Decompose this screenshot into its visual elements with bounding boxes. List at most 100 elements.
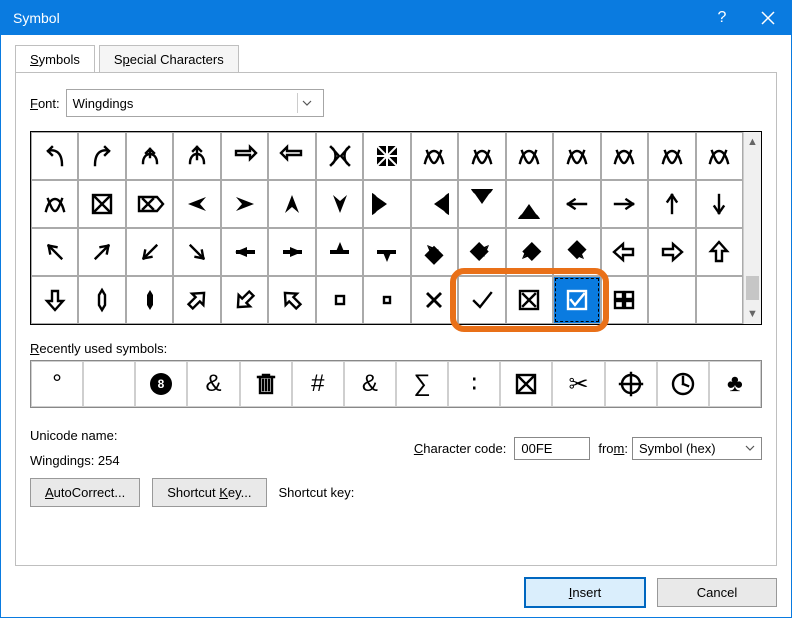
symbol-cell[interactable]	[316, 228, 363, 276]
symbol-cell[interactable]	[316, 132, 363, 180]
symbol-cell[interactable]	[221, 132, 268, 180]
shortcut-key-label: Shortcut key:	[279, 485, 355, 500]
symbol-cell[interactable]	[648, 180, 695, 228]
from-select[interactable]: Symbol (hex)	[632, 437, 762, 460]
symbol-cell[interactable]	[411, 180, 458, 228]
symbol-cell[interactable]	[268, 228, 315, 276]
symbol-cell[interactable]	[173, 228, 220, 276]
symbol-cell[interactable]	[648, 276, 695, 324]
symbol-cell[interactable]	[363, 276, 410, 324]
symbol-cell[interactable]	[221, 228, 268, 276]
recent-symbol-cell[interactable]: ∶	[448, 361, 500, 407]
symbol-cell[interactable]	[78, 180, 125, 228]
recent-symbol-cell[interactable]: ✂	[552, 361, 604, 407]
symbol-cell[interactable]	[221, 180, 268, 228]
scroll-down-icon[interactable]: ▼	[744, 304, 761, 324]
recent-symbol-cell[interactable]	[83, 361, 135, 407]
close-button[interactable]	[745, 1, 791, 35]
symbol-cell[interactable]	[78, 132, 125, 180]
symbol-cell[interactable]	[126, 132, 173, 180]
symbol-cell[interactable]	[31, 276, 78, 324]
symbol-cell[interactable]	[458, 276, 505, 324]
unicode-name-label: Unicode name:	[30, 428, 120, 443]
recent-symbol-cell[interactable]	[657, 361, 709, 407]
symbol-cell[interactable]	[601, 180, 648, 228]
symbol-cell[interactable]	[696, 276, 743, 324]
symbol-cell[interactable]	[363, 132, 410, 180]
symbol-cell[interactable]	[506, 276, 553, 324]
tabs: Symbols Special Characters	[15, 45, 777, 73]
recent-symbol-cell[interactable]: #	[292, 361, 344, 407]
recent-symbol-cell[interactable]: °	[31, 361, 83, 407]
symbol-cell[interactable]	[458, 228, 505, 276]
symbol-grid[interactable]	[31, 132, 743, 324]
symbol-cell[interactable]	[553, 276, 600, 324]
font-select[interactable]: Wingdings	[66, 89, 324, 117]
recent-symbol-cell[interactable]: &	[187, 361, 239, 407]
symbol-cell[interactable]	[173, 180, 220, 228]
window-title: Symbol	[13, 10, 60, 26]
recent-symbol-cell[interactable]	[500, 361, 552, 407]
help-button[interactable]: ?	[699, 1, 745, 35]
chevron-down-icon	[297, 93, 317, 113]
titlebar: Symbol ?	[1, 1, 791, 35]
symbol-cell[interactable]	[268, 276, 315, 324]
symbol-cell[interactable]	[601, 228, 648, 276]
recent-symbol-cell[interactable]	[605, 361, 657, 407]
tab-special-characters[interactable]: Special Characters	[99, 45, 239, 73]
symbol-cell[interactable]	[221, 276, 268, 324]
symbol-cell[interactable]	[506, 228, 553, 276]
symbol-cell[interactable]	[173, 276, 220, 324]
symbol-cell[interactable]	[173, 132, 220, 180]
symbol-cell[interactable]	[411, 132, 458, 180]
symbol-cell[interactable]	[601, 276, 648, 324]
char-code-input[interactable]	[514, 437, 590, 460]
symbol-cell[interactable]	[696, 228, 743, 276]
symbol-cell[interactable]	[696, 180, 743, 228]
symbol-cell[interactable]	[316, 276, 363, 324]
insert-button[interactable]: Insert	[525, 578, 645, 607]
symbol-cell[interactable]	[31, 180, 78, 228]
symbol-cell[interactable]	[458, 132, 505, 180]
chevron-down-icon	[745, 445, 755, 451]
symbol-cell[interactable]	[411, 276, 458, 324]
symbol-cell[interactable]	[268, 180, 315, 228]
symbol-cell[interactable]	[126, 276, 173, 324]
symbol-cell[interactable]	[31, 228, 78, 276]
symbol-cell[interactable]	[363, 180, 410, 228]
symbol-cell[interactable]	[553, 132, 600, 180]
scroll-thumb[interactable]	[746, 276, 759, 300]
symbol-cell[interactable]	[268, 132, 315, 180]
recent-symbol-cell[interactable]: ♣	[709, 361, 761, 407]
symbol-dialog: Symbol ? Symbols Special Characters Font…	[0, 0, 792, 618]
from-label: from:	[598, 441, 628, 456]
recent-symbol-cell[interactable]: 8	[135, 361, 187, 407]
symbol-cell[interactable]	[648, 132, 695, 180]
symbol-cell[interactable]	[601, 132, 648, 180]
symbol-cell[interactable]	[316, 180, 363, 228]
symbol-cell[interactable]	[78, 228, 125, 276]
symbol-cell[interactable]	[553, 180, 600, 228]
symbol-cell[interactable]	[696, 132, 743, 180]
symbol-cell[interactable]	[78, 276, 125, 324]
symbol-cell[interactable]	[363, 228, 410, 276]
symbol-cell[interactable]	[458, 180, 505, 228]
symbol-cell[interactable]	[648, 228, 695, 276]
tab-symbols[interactable]: Symbols	[15, 45, 95, 73]
recent-symbol-cell[interactable]	[240, 361, 292, 407]
shortcut-key-button[interactable]: Shortcut Key...	[152, 478, 266, 507]
scroll-up-icon[interactable]: ▲	[744, 132, 761, 152]
recent-symbol-cell[interactable]: &	[344, 361, 396, 407]
autocorrect-button[interactable]: AutoCorrect...	[30, 478, 140, 507]
recent-symbol-cell[interactable]: ∑	[396, 361, 448, 407]
symbol-cell[interactable]	[506, 132, 553, 180]
symbol-cell[interactable]	[506, 180, 553, 228]
symbol-scrollbar[interactable]: ▲ ▼	[743, 132, 761, 324]
recent-symbol-grid[interactable]: °8&#&∑∶✂♣	[30, 360, 762, 408]
symbol-cell[interactable]	[126, 228, 173, 276]
symbol-cell[interactable]	[126, 180, 173, 228]
symbol-cell[interactable]	[553, 228, 600, 276]
symbol-cell[interactable]	[31, 132, 78, 180]
symbol-cell[interactable]	[411, 228, 458, 276]
cancel-button[interactable]: Cancel	[657, 578, 777, 607]
